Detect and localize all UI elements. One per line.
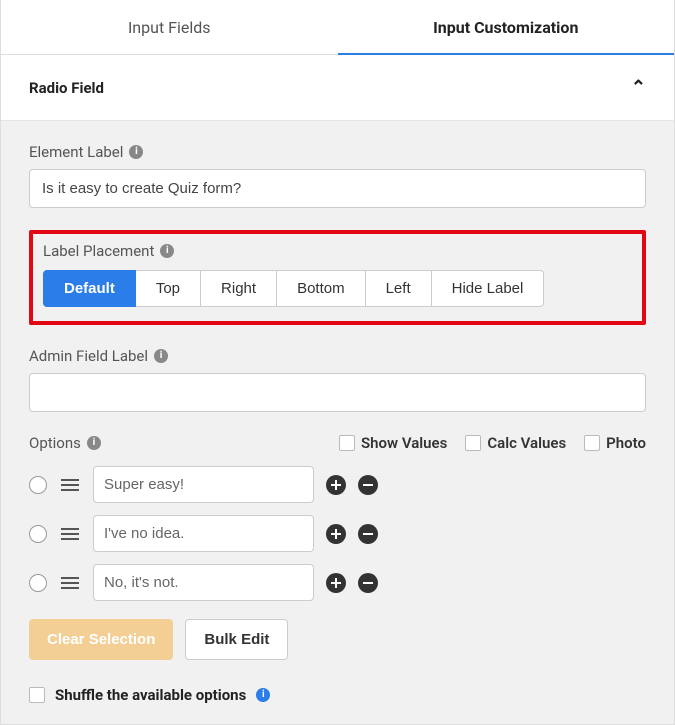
- option-radio[interactable]: [29, 525, 47, 543]
- option-row: [29, 564, 646, 601]
- remove-option-button[interactable]: [358, 573, 378, 593]
- drag-handle-icon[interactable]: [59, 577, 81, 589]
- option-radio[interactable]: [29, 476, 47, 494]
- info-icon[interactable]: i: [256, 688, 270, 702]
- add-option-button[interactable]: [326, 573, 346, 593]
- element-label-input[interactable]: [29, 169, 646, 208]
- toggle-show-values[interactable]: Show Values: [339, 434, 447, 452]
- remove-option-button[interactable]: [358, 524, 378, 544]
- options-label: Options: [29, 434, 81, 452]
- element-label-text: Element Label: [29, 143, 123, 161]
- placement-left[interactable]: Left: [366, 270, 432, 307]
- tab-input-fields[interactable]: Input Fields: [1, 0, 338, 55]
- option-input[interactable]: [93, 564, 314, 601]
- shuffle-checkbox[interactable]: [29, 687, 45, 703]
- bulk-edit-button[interactable]: Bulk Edit: [185, 619, 288, 660]
- toggle-photo[interactable]: Photo: [584, 434, 646, 452]
- label-placement-label: Label Placement: [43, 242, 154, 260]
- shuffle-label: Shuffle the available options: [55, 686, 246, 704]
- section-header[interactable]: Radio Field ⌃: [1, 55, 674, 121]
- option-row: [29, 466, 646, 503]
- info-icon[interactable]: i: [154, 349, 168, 363]
- drag-handle-icon[interactable]: [59, 479, 81, 491]
- add-option-button[interactable]: [326, 524, 346, 544]
- label-placement-highlight: Label Placement i Default Top Right Bott…: [29, 230, 646, 325]
- info-icon[interactable]: i: [129, 145, 143, 159]
- placement-right[interactable]: Right: [201, 270, 277, 307]
- drag-handle-icon[interactable]: [59, 528, 81, 540]
- option-radio[interactable]: [29, 574, 47, 592]
- tab-input-customization[interactable]: Input Customization: [338, 0, 675, 55]
- label-placement-group: Default Top Right Bottom Left Hide Label: [43, 270, 632, 307]
- option-input[interactable]: [93, 466, 314, 503]
- chevron-up-icon: ⌃: [631, 77, 646, 98]
- placement-hide[interactable]: Hide Label: [432, 270, 545, 307]
- remove-option-button[interactable]: [358, 475, 378, 495]
- option-input[interactable]: [93, 515, 314, 552]
- placement-top[interactable]: Top: [136, 270, 201, 307]
- info-icon[interactable]: i: [160, 244, 174, 258]
- placement-bottom[interactable]: Bottom: [277, 270, 366, 307]
- option-row: [29, 515, 646, 552]
- placement-default[interactable]: Default: [43, 270, 136, 307]
- info-icon[interactable]: i: [87, 436, 101, 450]
- admin-field-label-input[interactable]: [29, 373, 646, 412]
- admin-field-label-text: Admin Field Label: [29, 347, 148, 365]
- add-option-button[interactable]: [326, 475, 346, 495]
- section-title: Radio Field: [29, 79, 104, 97]
- clear-selection-button[interactable]: Clear Selection: [29, 619, 173, 660]
- toggle-calc-values[interactable]: Calc Values: [465, 434, 566, 452]
